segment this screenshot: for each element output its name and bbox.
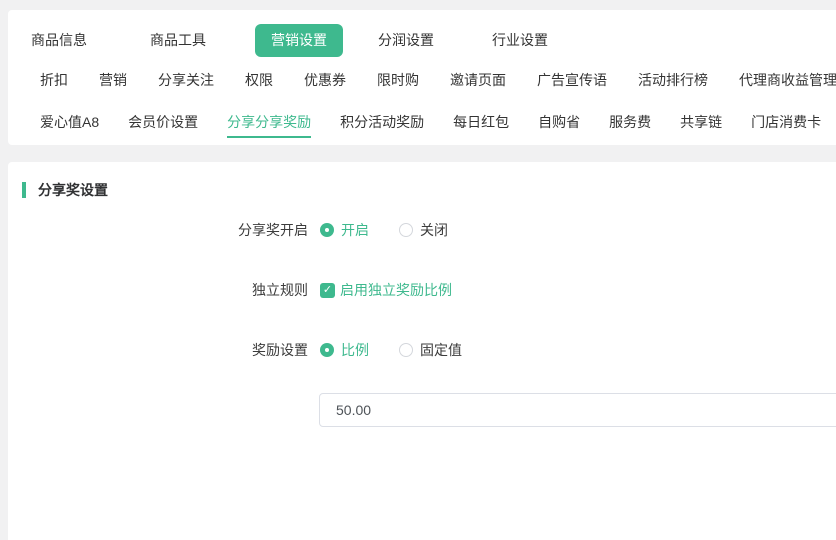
primary-tab[interactable]: 商品工具 bbox=[150, 24, 206, 57]
reward-ratio-input[interactable] bbox=[319, 393, 836, 427]
radio-icon[interactable] bbox=[399, 223, 413, 237]
primary-tab[interactable]: 商品信息 bbox=[31, 24, 87, 57]
tertiary-tab[interactable]: 会员价设置 bbox=[128, 112, 198, 132]
tertiary-tab[interactable]: 自购省 bbox=[538, 112, 580, 132]
secondary-tab[interactable]: 分享关注 bbox=[158, 70, 214, 90]
radio-option-label[interactable]: 开启 bbox=[341, 220, 369, 240]
independent-rule-control: 启用独立奖励比例 bbox=[320, 280, 452, 300]
secondary-tab[interactable]: 折扣 bbox=[40, 70, 68, 90]
radio-option-label[interactable]: 固定值 bbox=[420, 340, 462, 360]
form-row-independent-rule: 独立规则 启用独立奖励比例 bbox=[8, 260, 836, 320]
radio-option-label[interactable]: 关闭 bbox=[420, 220, 448, 240]
independent-rule-label: 独立规则 bbox=[8, 280, 308, 300]
secondary-tab[interactable]: 权限 bbox=[245, 70, 273, 90]
section-accent-bar bbox=[22, 182, 26, 198]
radio-option-label[interactable]: 比例 bbox=[341, 340, 369, 360]
form-row-reward-type: 奖励设置 比例 固定值 bbox=[8, 320, 836, 380]
share-switch-radio-group: 开启 关闭 bbox=[320, 220, 448, 240]
secondary-tab[interactable]: 优惠券 bbox=[304, 70, 346, 90]
checkbox-checked-icon[interactable] bbox=[320, 283, 335, 298]
secondary-tab[interactable]: 活动排行榜 bbox=[638, 70, 708, 90]
tabs-panel: 商品信息 商品工具 营销设置 分润设置 行业设置 折扣 营销 分享关注 权限 优惠券 限时购 邀请页… bbox=[8, 10, 836, 145]
primary-tab-bar: 商品信息 商品工具 营销设置 分润设置 行业设置 bbox=[8, 24, 836, 57]
tertiary-tab[interactable]: 每日红包 bbox=[453, 112, 509, 132]
radio-option-on[interactable]: 开启 bbox=[320, 220, 369, 240]
secondary-tab[interactable]: 限时购 bbox=[377, 70, 419, 90]
section-header: 分享奖设置 bbox=[8, 162, 836, 200]
secondary-tab-bar: 折扣 营销 分享关注 权限 优惠券 限时购 邀请页面 广告宣传语 活动排行榜 代理商收益管理 bbox=[8, 70, 836, 90]
tertiary-tab[interactable]: 共享链 bbox=[680, 112, 722, 132]
radio-icon[interactable] bbox=[320, 343, 334, 357]
tertiary-tab-bar: 爱心值A8 会员价设置 分享分享奖励 积分活动奖励 每日红包 自购省 服务费 共享链 门店消费卡 bbox=[8, 112, 836, 132]
radio-option-ratio[interactable]: 比例 bbox=[320, 340, 369, 360]
primary-tab[interactable]: 行业设置 bbox=[492, 24, 548, 57]
reward-type-radio-group: 比例 固定值 bbox=[320, 340, 462, 360]
checkbox-option[interactable]: 启用独立奖励比例 bbox=[320, 280, 452, 300]
tertiary-tab[interactable]: 门店消费卡 bbox=[751, 112, 821, 132]
radio-icon[interactable] bbox=[320, 223, 334, 237]
secondary-tab[interactable]: 邀请页面 bbox=[450, 70, 506, 90]
checkbox-label[interactable]: 启用独立奖励比例 bbox=[340, 280, 452, 300]
tertiary-tab[interactable]: 分享分享奖励 bbox=[227, 112, 311, 132]
share-switch-label: 分享奖开启 bbox=[8, 220, 308, 240]
section-title: 分享奖设置 bbox=[38, 180, 108, 200]
secondary-tab[interactable]: 代理商收益管理 bbox=[739, 70, 836, 90]
radio-option-off[interactable]: 关闭 bbox=[399, 220, 448, 240]
primary-tab[interactable]: 营销设置 bbox=[255, 24, 343, 57]
tertiary-tab[interactable]: 服务费 bbox=[609, 112, 651, 132]
tertiary-tab[interactable]: 爱心值A8 bbox=[40, 112, 99, 132]
secondary-tab[interactable]: 广告宣传语 bbox=[537, 70, 607, 90]
secondary-tab[interactable]: 营销 bbox=[99, 70, 127, 90]
form-row-share-switch: 分享奖开启 开启 关闭 bbox=[8, 200, 836, 260]
primary-tab[interactable]: 分润设置 bbox=[378, 24, 434, 57]
share-reward-settings-panel: 分享奖设置 分享奖开启 开启 关闭 独立规则 启用独立奖励比例 奖励设置 bbox=[8, 162, 836, 540]
radio-option-fixed[interactable]: 固定值 bbox=[399, 340, 462, 360]
radio-icon[interactable] bbox=[399, 343, 413, 357]
tertiary-tab[interactable]: 积分活动奖励 bbox=[340, 112, 424, 132]
reward-type-label: 奖励设置 bbox=[8, 340, 308, 360]
